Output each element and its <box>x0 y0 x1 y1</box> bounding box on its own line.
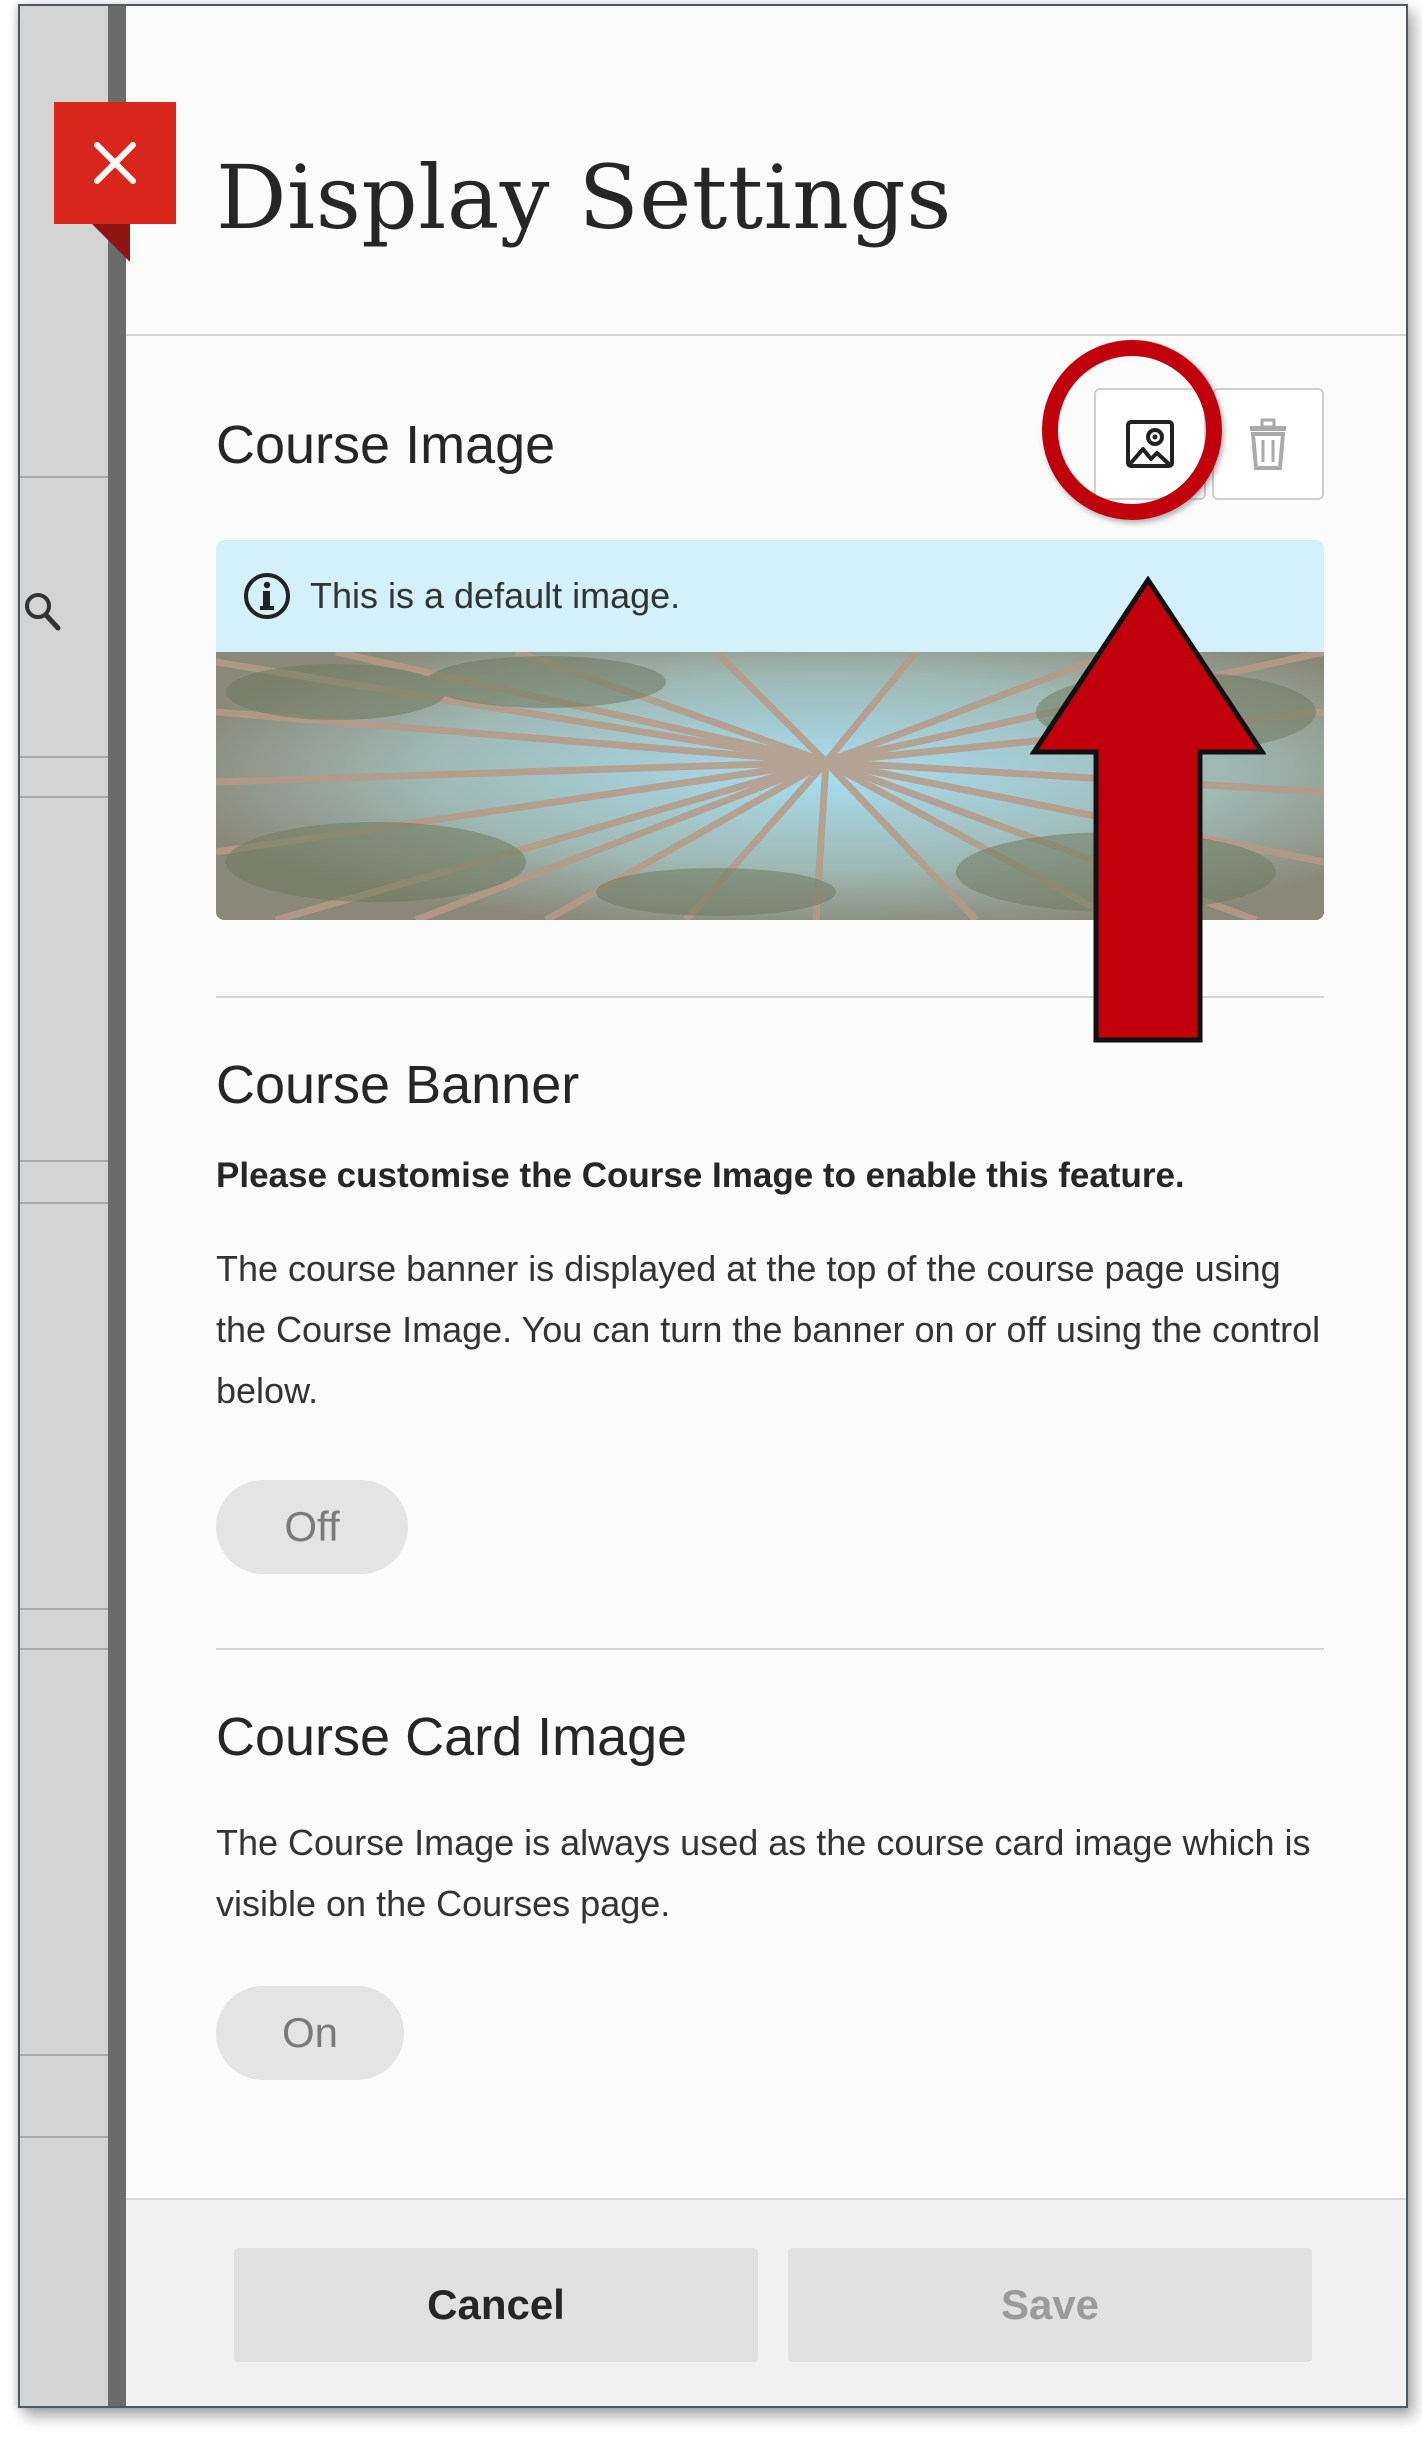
cancel-button[interactable]: Cancel <box>234 2248 758 2362</box>
screenshot-frame: Display Settings Course Image This is a … <box>18 4 1408 2408</box>
section-divider <box>216 1648 1324 1650</box>
banner-warning: Please customise the Course Image to ena… <box>216 1156 1185 1195</box>
save-button[interactable]: Save <box>788 2248 1312 2362</box>
change-image-button[interactable] <box>1094 388 1206 500</box>
title-divider <box>126 334 1406 336</box>
close-button[interactable] <box>54 102 176 224</box>
display-settings-panel: Display Settings Course Image This is a … <box>126 6 1406 2406</box>
background-divider <box>20 2054 108 2056</box>
background-divider <box>20 1202 108 1204</box>
background-divider <box>20 2136 108 2138</box>
background-divider <box>20 1608 108 1610</box>
banner-toggle[interactable]: Off <box>216 1480 408 1574</box>
banner-description: The course banner is displayed at the to… <box>216 1248 1321 1411</box>
card-toggle[interactable]: On <box>216 1986 404 2080</box>
close-button-ribbon <box>92 224 130 262</box>
delete-image-button[interactable] <box>1212 388 1324 500</box>
background-divider <box>20 1648 108 1650</box>
background-divider <box>20 756 108 758</box>
panel-footer: Cancel Save <box>126 2198 1406 2406</box>
background-divider <box>20 796 108 798</box>
background-divider <box>20 476 108 478</box>
course-banner-heading: Course Banner <box>216 1055 580 1115</box>
background-page <box>20 6 108 2406</box>
background-divider <box>20 1160 108 1162</box>
card-description: The Course Image is always used as the c… <box>216 1822 1311 1924</box>
info-icon <box>244 573 290 619</box>
close-icon <box>94 142 136 184</box>
page-title: Display Settings <box>216 146 952 249</box>
up-arrow-annotation <box>1030 576 1266 1043</box>
course-image-heading: Course Image <box>216 415 556 475</box>
course-card-heading: Course Card Image <box>216 1707 688 1767</box>
info-text: This is a default image. <box>310 575 681 616</box>
search-icon[interactable] <box>24 590 64 634</box>
image-edit-icon <box>1126 420 1174 468</box>
panel-edge-shadow <box>108 6 126 2406</box>
trash-icon <box>1250 418 1286 470</box>
